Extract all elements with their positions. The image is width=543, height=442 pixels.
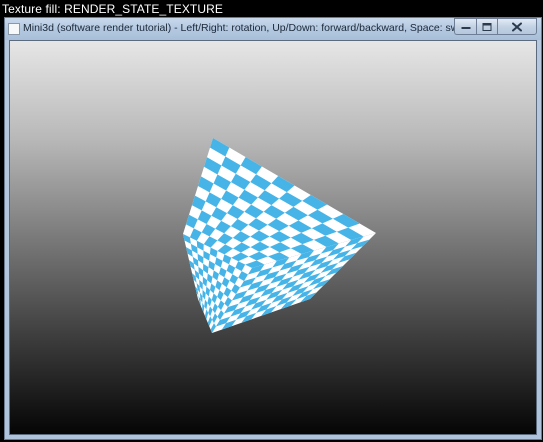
render-viewport[interactable] [9,40,537,435]
maximize-icon [482,22,492,31]
window-controls [454,18,537,35]
window-titlebar[interactable]: Mini3d (software render tutorial) - Left… [5,18,541,40]
scene-canvas [183,138,376,333]
close-icon [512,22,522,31]
minimize-button[interactable] [454,18,476,35]
window-title: Mini3d (software render tutorial) - Left… [23,22,501,34]
app-window: Mini3d (software render tutorial) - Left… [4,17,542,440]
close-button[interactable] [497,18,537,35]
textured-cube [183,138,376,333]
app-icon [8,23,20,35]
render-state-caption: Texture fill: RENDER_STATE_TEXTURE [2,2,223,16]
maximize-button[interactable] [476,18,497,35]
minimize-icon [461,26,470,29]
